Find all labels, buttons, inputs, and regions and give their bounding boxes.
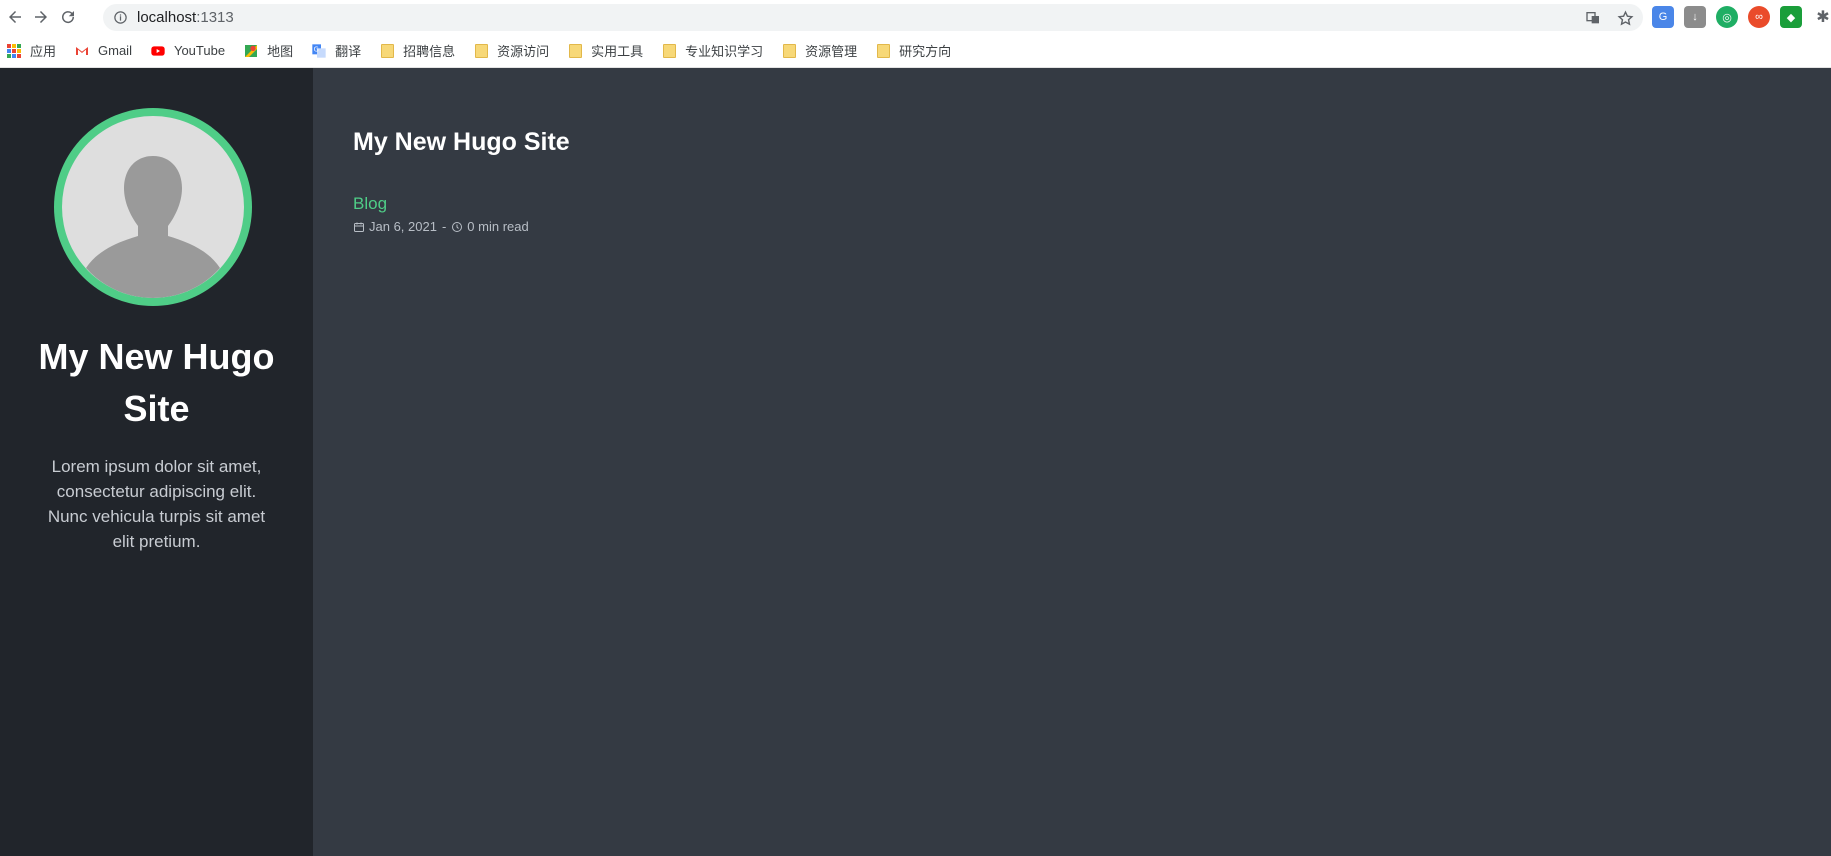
bookmark-label: 专业知识学习: [685, 44, 764, 59]
puzzle-extensions-icon[interactable]: ✱: [1812, 6, 1831, 28]
back-arrow-icon[interactable]: [2, 4, 28, 30]
page-title: My New Hugo Site: [353, 128, 570, 156]
folder-icon: [781, 43, 797, 59]
green-circle-extension-icon[interactable]: ◎: [1716, 6, 1738, 28]
url-port: :1313: [196, 9, 234, 26]
calendar-icon: [354, 222, 364, 232]
bookmark-folder-resources[interactable]: 资源访问: [473, 41, 549, 60]
bookmark-folder-learning[interactable]: 专业知识学习: [661, 41, 763, 60]
avatar-ring: [54, 108, 252, 306]
bookmark-label: YouTube: [173, 43, 226, 58]
folder-icon: [473, 43, 489, 59]
meta-separator: -: [441, 219, 447, 234]
page-viewport: My New Hugo Site Lorem ipsum dolor sit a…: [0, 68, 1831, 856]
bookmark-label: 地图: [267, 44, 294, 59]
folder-icon: [567, 43, 583, 59]
folder-icon: [661, 43, 677, 59]
bookmark-label: 应用: [30, 44, 57, 59]
clock-icon: [452, 221, 463, 232]
maps-icon: [243, 43, 259, 59]
post-read-time: 0 min read: [467, 219, 529, 234]
download-extension-icon[interactable]: ↓: [1684, 6, 1706, 28]
svg-text:G: G: [314, 45, 319, 53]
folder-icon: [875, 43, 891, 59]
main-content: My New Hugo Site Blog Jan 6, 2021 - 0 mi…: [313, 68, 1831, 856]
url-host: localhost: [137, 9, 197, 26]
bookmark-translate[interactable]: G 翻译: [311, 41, 361, 60]
translate-icon: G: [311, 43, 327, 59]
post-meta: Jan 6, 2021 - 0 min read: [353, 219, 529, 234]
user-silhouette-icon: [86, 156, 220, 298]
apps-grid-icon: [6, 43, 22, 59]
youtube-icon: [150, 43, 166, 59]
avatar[interactable]: [62, 116, 244, 298]
bookmarks-bar: 应用 Gmail YouTube 地图 G 翻译 招聘信息 资源访问 实用工具: [0, 34, 1831, 68]
forward-arrow-icon[interactable]: [28, 4, 54, 30]
gmail-icon: [74, 43, 90, 59]
bookmark-star-icon[interactable]: [1615, 8, 1635, 28]
bookmark-gmail[interactable]: Gmail: [74, 43, 132, 59]
bookmark-apps[interactable]: 应用: [6, 41, 56, 60]
bookmark-label: 招聘信息: [403, 44, 456, 59]
bookmark-label: 资源管理: [805, 44, 858, 59]
bookmark-label: Gmail: [98, 43, 132, 58]
infinity-extension-icon[interactable]: ∞: [1748, 6, 1770, 28]
translate-page-icon[interactable]: [1583, 8, 1603, 28]
bookmark-folder-tools[interactable]: 实用工具: [567, 41, 643, 60]
google-translate-extension-icon[interactable]: G: [1652, 6, 1674, 28]
bookmark-folder-jobs[interactable]: 招聘信息: [379, 41, 455, 60]
bookmark-folder-research[interactable]: 研究方向: [875, 41, 951, 60]
post-title-link[interactable]: Blog: [353, 194, 387, 214]
url-text: localhost:1313: [137, 9, 234, 26]
bookmark-maps[interactable]: 地图: [243, 41, 293, 60]
bookmark-label: 翻译: [335, 44, 362, 59]
bookmark-label: 研究方向: [899, 44, 952, 59]
bookmark-label: 资源访问: [497, 44, 550, 59]
post-date: Jan 6, 2021: [369, 219, 437, 234]
sidebar-description: Lorem ipsum dolor sit amet, consectetur …: [47, 457, 266, 551]
sidebar: My New Hugo Site Lorem ipsum dolor sit a…: [0, 68, 313, 856]
sidebar-site-title: My New Hugo Site: [38, 336, 275, 429]
address-bar[interactable]: localhost:1313: [103, 4, 1643, 31]
browser-toolbar: localhost:1313 G ↓ ◎ ∞ ◆ ✱: [0, 0, 1831, 34]
bookmark-folder-management[interactable]: 资源管理: [781, 41, 857, 60]
reload-icon[interactable]: [55, 4, 81, 30]
site-info-icon[interactable]: [111, 9, 129, 27]
bookmark-youtube[interactable]: YouTube: [150, 43, 225, 59]
tag-extension-icon[interactable]: ◆: [1780, 6, 1802, 28]
bookmark-label: 实用工具: [591, 44, 644, 59]
folder-icon: [379, 43, 395, 59]
